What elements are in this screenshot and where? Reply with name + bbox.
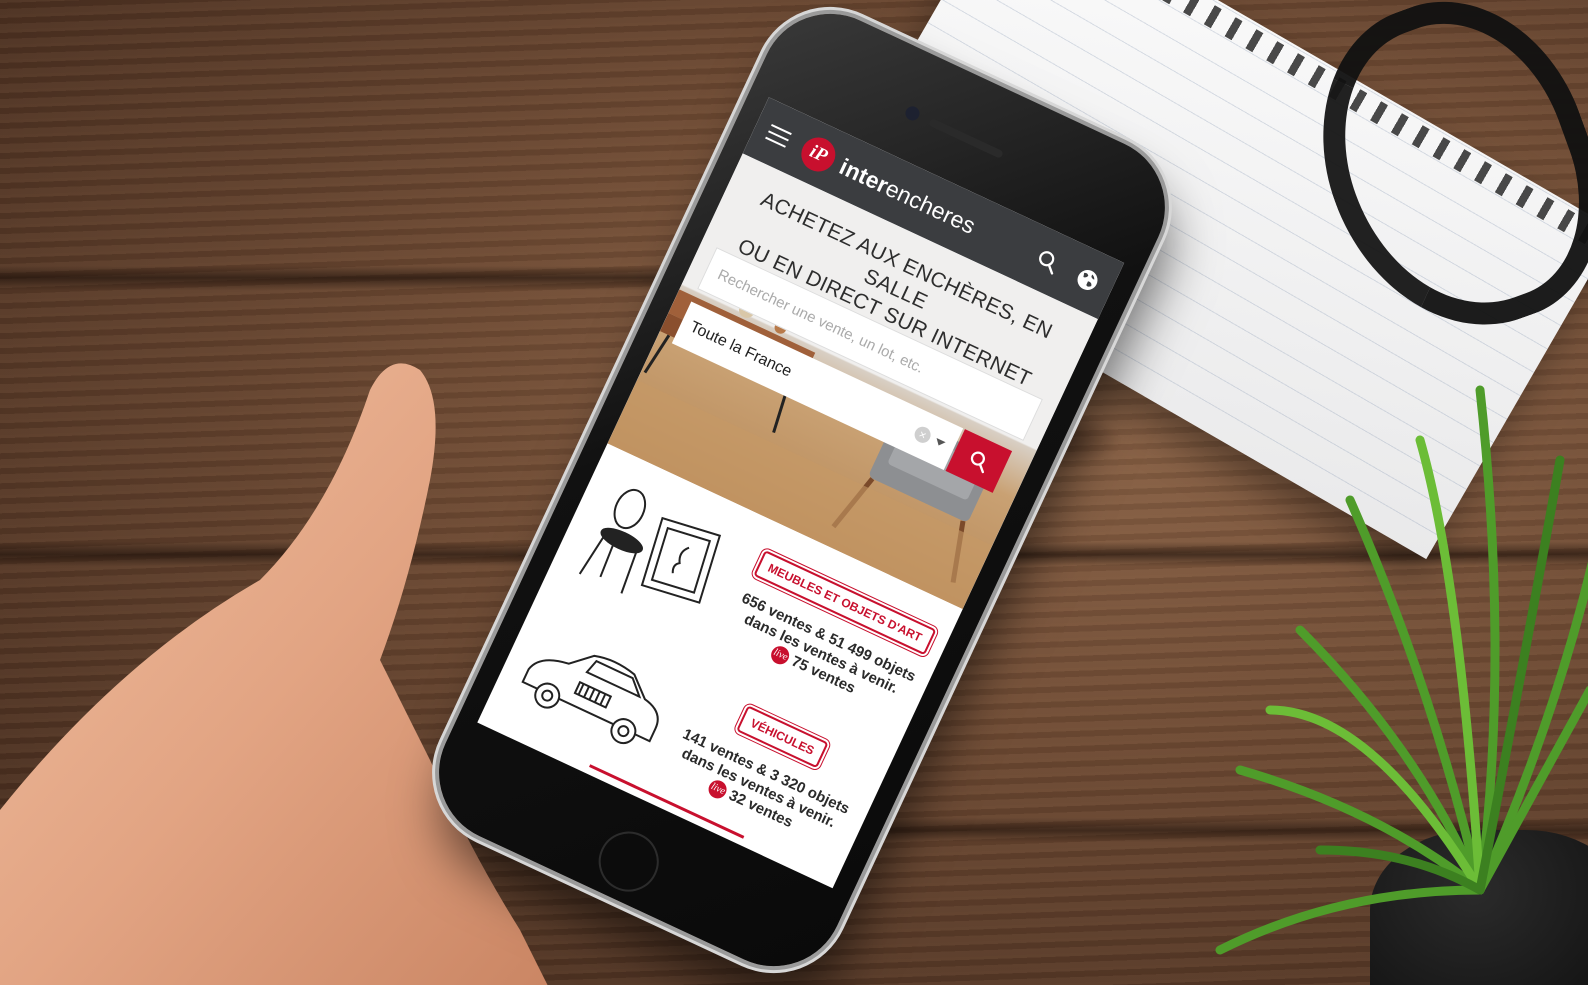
hamburger-menu-icon[interactable] — [765, 123, 792, 148]
chevron-down-icon[interactable] — [934, 438, 946, 448]
logo-icon[interactable]: iP — [795, 131, 841, 178]
search-icon[interactable] — [1032, 245, 1064, 277]
search-icon — [970, 451, 985, 474]
globe-icon[interactable] — [1072, 264, 1104, 296]
green-plant — [1215, 385, 1588, 955]
